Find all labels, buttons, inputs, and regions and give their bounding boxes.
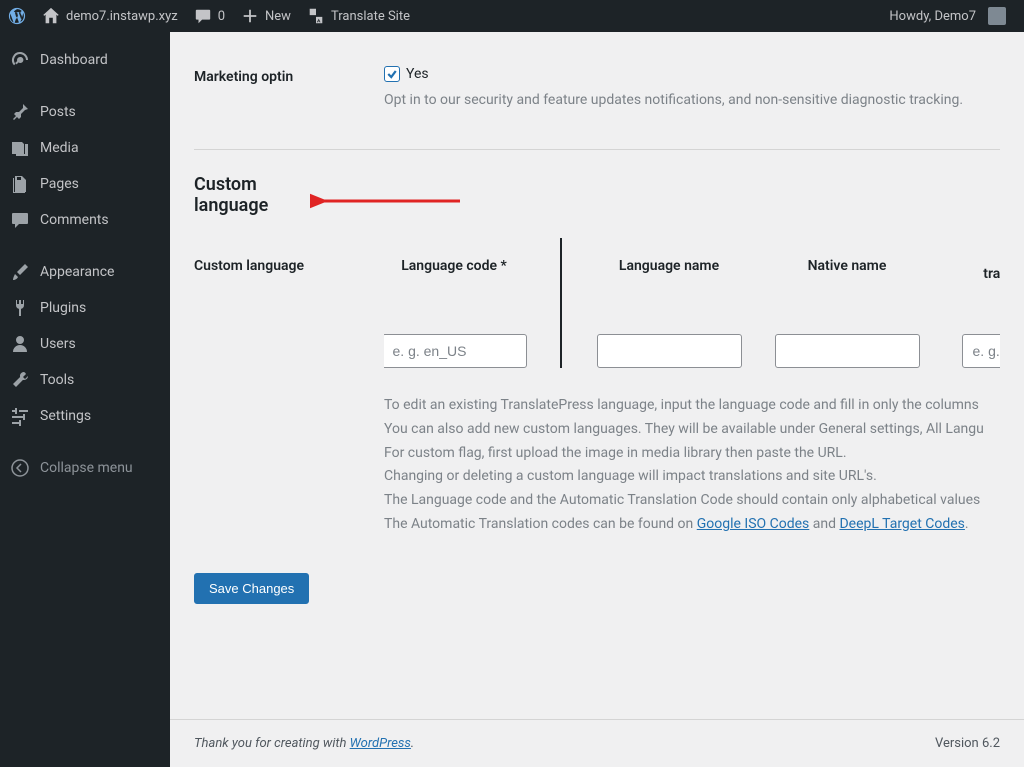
plug-icon xyxy=(10,298,30,318)
collapse-icon xyxy=(10,458,30,478)
col-native-name: Native name xyxy=(776,238,918,368)
info-line: You can also add new custom languages. T… xyxy=(384,421,984,437)
wordpress-icon xyxy=(8,7,26,25)
sidebar-item-label: Media xyxy=(40,140,79,156)
sidebar-item-posts[interactable]: Posts xyxy=(0,94,170,130)
info-line: For custom flag, first upload the image … xyxy=(384,445,847,461)
checkmark-icon xyxy=(386,68,398,80)
admin-top-bar: demo7.instawp.xyz 0 New Translate Site H… xyxy=(0,0,1024,32)
new-content-link[interactable]: New xyxy=(233,0,299,32)
admin-sidebar: Dashboard Posts Media Pages Comments App… xyxy=(0,32,170,767)
info-line: Changing or deleting a custom language w… xyxy=(384,468,877,484)
comment-icon xyxy=(194,7,212,25)
sidebar-item-users[interactable]: Users xyxy=(0,326,170,362)
sidebar-item-plugins[interactable]: Plugins xyxy=(0,290,170,326)
sidebar-item-label: Dashboard xyxy=(40,52,108,68)
sidebar-item-comments[interactable]: Comments xyxy=(0,202,170,238)
info-line: The Language code and the Automatic Tran… xyxy=(384,492,980,508)
info-line: . xyxy=(965,516,969,532)
sidebar-collapse[interactable]: Collapse menu xyxy=(0,450,170,486)
sidebar-item-label: Posts xyxy=(40,104,76,120)
optin-desc: Opt in to our security and feature updat… xyxy=(384,90,1000,111)
brush-icon xyxy=(10,262,30,282)
th-native-name: Native name xyxy=(808,238,887,294)
pin-icon xyxy=(10,102,30,122)
footer-text: Thank you for creating with xyxy=(194,736,350,751)
custom-language-table: Custom language Language code * Language… xyxy=(194,238,1000,368)
translate-icon xyxy=(307,7,325,25)
plus-icon xyxy=(241,7,259,25)
dashboard-icon xyxy=(10,50,30,70)
site-title-text: demo7.instawp.xyz xyxy=(66,9,178,24)
translate-label: Translate Site xyxy=(331,9,410,24)
wp-version: Version 6.2 xyxy=(935,736,1000,751)
native-name-input[interactable] xyxy=(775,334,920,368)
translate-site-link[interactable]: Translate Site xyxy=(299,0,418,32)
info-line: To edit an existing TranslatePress langu… xyxy=(384,397,979,413)
optin-checkbox[interactable] xyxy=(384,66,400,82)
user-account-link[interactable]: Howdy, Demo7 xyxy=(881,0,1014,32)
custom-language-table-label: Custom language xyxy=(194,238,384,368)
wordpress-link[interactable]: WordPress xyxy=(350,736,411,751)
language-name-input[interactable] xyxy=(597,334,742,368)
sidebar-item-settings[interactable]: Settings xyxy=(0,398,170,434)
home-icon xyxy=(42,7,60,25)
howdy-text: Howdy, Demo7 xyxy=(889,9,976,24)
annotation-arrow-icon xyxy=(310,186,460,216)
col-language-code: Language code * xyxy=(384,238,562,368)
sidebar-item-label: Plugins xyxy=(40,300,86,316)
sidebar-item-dashboard[interactable]: Dashboard xyxy=(0,42,170,78)
footer-text: . xyxy=(411,736,414,751)
chat-icon xyxy=(10,210,30,230)
th-auto-code: Automatic translation code xyxy=(969,238,1000,294)
info-line: The Automatic Translation codes can be f… xyxy=(384,516,697,532)
marketing-optin-row: Marketing optin Yes Opt in to our securi… xyxy=(194,52,1000,125)
optin-yes-text: Yes xyxy=(406,66,429,82)
admin-footer: Thank you for creating with WordPress. V… xyxy=(170,719,1024,767)
sidebar-item-label: Collapse menu xyxy=(40,460,133,476)
optin-label: Marketing optin xyxy=(194,66,384,85)
custom-language-help-text: To edit an existing TranslatePress langu… xyxy=(384,394,1000,537)
sidebar-item-pages[interactable]: Pages xyxy=(0,166,170,202)
auto-translation-code-input[interactable] xyxy=(962,334,1001,368)
deepl-target-codes-link[interactable]: DeepL Target Codes xyxy=(839,516,964,532)
wp-logo[interactable] xyxy=(0,0,34,32)
sidebar-item-appearance[interactable]: Appearance xyxy=(0,254,170,290)
th-language-code: Language code * xyxy=(401,238,507,294)
comments-count: 0 xyxy=(218,9,225,24)
info-line: and xyxy=(809,516,839,532)
section-divider xyxy=(194,149,1000,150)
sidebar-item-label: Appearance xyxy=(40,264,114,280)
user-icon xyxy=(10,334,30,354)
sidebar-item-label: Settings xyxy=(40,408,91,424)
pages-icon xyxy=(10,174,30,194)
sidebar-item-media[interactable]: Media xyxy=(0,130,170,166)
sidebar-item-tools[interactable]: Tools xyxy=(0,362,170,398)
google-iso-codes-link[interactable]: Google ISO Codes xyxy=(697,516,810,532)
content-area: Marketing optin Yes Opt in to our securi… xyxy=(170,32,1024,767)
sidebar-item-label: Tools xyxy=(40,372,74,388)
language-code-input[interactable] xyxy=(384,334,527,368)
sidebar-item-label: Comments xyxy=(40,212,109,228)
col-language-name: Language name xyxy=(598,238,740,368)
new-label: New xyxy=(265,9,291,24)
wrench-icon xyxy=(10,370,30,390)
media-icon xyxy=(10,138,30,158)
save-changes-button[interactable]: Save Changes xyxy=(194,573,309,604)
optin-checkbox-label[interactable]: Yes xyxy=(384,66,1000,82)
comments-link[interactable]: 0 xyxy=(186,0,233,32)
site-home-link[interactable]: demo7.instawp.xyz xyxy=(34,0,186,32)
sidebar-item-label: Users xyxy=(40,336,76,352)
sidebar-item-label: Pages xyxy=(40,176,79,192)
col-auto-code: Automatic translation code xyxy=(954,238,1000,368)
sliders-icon xyxy=(10,406,30,426)
th-language-name: Language name xyxy=(619,238,719,294)
user-avatar xyxy=(988,7,1006,25)
